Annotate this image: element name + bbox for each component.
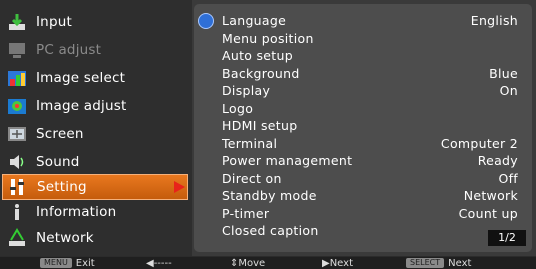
select-key: SELECT — [406, 258, 445, 268]
menu-item-input[interactable]: Input — [6, 9, 190, 35]
setting-icon — [7, 177, 29, 197]
menu-item-screen[interactable]: Screen — [6, 121, 190, 147]
setting-value: Network — [463, 188, 518, 204]
image-adjust-icon — [6, 96, 28, 116]
pc-adjust-icon — [6, 40, 28, 60]
setting-label: Auto setup — [222, 48, 293, 64]
setting-panel: Language English Menu position Auto setu… — [194, 4, 532, 252]
setting-label: Direct on — [222, 170, 282, 186]
setting-row-background[interactable]: Background Blue — [208, 65, 518, 82]
setting-row-display[interactable]: Display On — [208, 82, 518, 99]
setting-label: Menu position — [222, 30, 314, 46]
setting-label: Language — [198, 12, 286, 30]
back-hint: ◀----- — [146, 257, 172, 269]
setting-label: Standby mode — [222, 188, 317, 204]
menu-item-sound[interactable]: Sound — [6, 149, 190, 175]
menu-item-label: Information — [36, 204, 117, 220]
input-arrow-icon — [6, 12, 28, 32]
setting-label: Display — [222, 83, 271, 99]
selected-arrow-icon — [174, 181, 185, 193]
move-hint: ⇕Move — [230, 257, 266, 269]
key-guide-bar: MENU Exit ◀----- ⇕Move ▶Next SELECT Next — [0, 257, 536, 269]
menu-item-label: PC adjust — [36, 42, 102, 58]
setting-value: On — [499, 83, 518, 99]
setting-label: Closed caption — [222, 223, 319, 239]
network-icon — [6, 228, 28, 248]
select-next-label: Next — [448, 257, 472, 269]
main-menu: Input PC adjust Image select Image adjus… — [0, 0, 192, 256]
menu-item-label: Setting — [37, 179, 87, 195]
setting-value: Ready — [477, 153, 518, 169]
select-next-hint: SELECT Next — [406, 257, 471, 269]
menu-item-setting[interactable]: Setting — [2, 174, 188, 200]
globe-icon — [198, 13, 214, 30]
setting-label: Power management — [222, 153, 353, 169]
exit-hint: MENU Exit — [40, 257, 95, 269]
projector-menu: Input PC adjust Image select Image adjus… — [0, 0, 536, 256]
setting-row-p-timer[interactable]: P-timer Count up — [208, 205, 518, 222]
setting-value: Off — [498, 170, 518, 186]
image-select-icon — [6, 68, 28, 88]
information-icon — [6, 202, 28, 222]
menu-item-label: Image select — [36, 70, 126, 86]
menu-item-image-select[interactable]: Image select — [6, 65, 190, 91]
setting-value: Computer 2 — [440, 135, 518, 151]
setting-value: English — [470, 13, 518, 29]
sound-icon — [6, 152, 28, 172]
setting-label: Terminal — [222, 135, 278, 151]
menu-item-network[interactable]: Network — [6, 225, 190, 251]
menu-key: MENU — [40, 258, 72, 268]
setting-row-language[interactable]: Language English — [198, 12, 518, 30]
setting-label: Background — [222, 65, 300, 81]
setting-row-standby-mode[interactable]: Standby mode Network — [208, 187, 518, 204]
next-hint: ▶Next — [322, 257, 353, 269]
menu-item-label: Image adjust — [36, 98, 127, 114]
menu-item-label: Screen — [36, 126, 84, 142]
setting-value: Count up — [458, 205, 518, 221]
setting-row-menu-position[interactable]: Menu position — [208, 30, 518, 47]
setting-label: P-timer — [222, 205, 270, 221]
menu-item-label: Sound — [36, 154, 80, 170]
setting-row-logo[interactable]: Logo — [208, 100, 518, 117]
menu-item-image-adjust[interactable]: Image adjust — [6, 93, 190, 119]
setting-row-direct-on[interactable]: Direct on Off — [208, 170, 518, 187]
setting-label: HDMI setup — [222, 118, 298, 134]
menu-item-label: Network — [36, 230, 94, 246]
screen-icon — [6, 124, 28, 144]
page-indicator: 1/2 — [488, 230, 526, 246]
exit-label: Exit — [75, 257, 95, 269]
setting-row-power-management[interactable]: Power management Ready — [208, 152, 518, 169]
menu-item-label: Input — [36, 14, 72, 30]
setting-label: Logo — [222, 100, 254, 116]
menu-item-pc-adjust[interactable]: PC adjust — [6, 37, 190, 63]
setting-row-closed-caption[interactable]: Closed caption — [208, 222, 518, 239]
setting-value: Blue — [489, 65, 518, 81]
menu-item-information[interactable]: Information — [6, 199, 190, 225]
setting-row-hdmi-setup[interactable]: HDMI setup — [208, 117, 518, 134]
setting-row-auto-setup[interactable]: Auto setup — [208, 47, 518, 64]
setting-row-terminal[interactable]: Terminal Computer 2 — [208, 135, 518, 152]
